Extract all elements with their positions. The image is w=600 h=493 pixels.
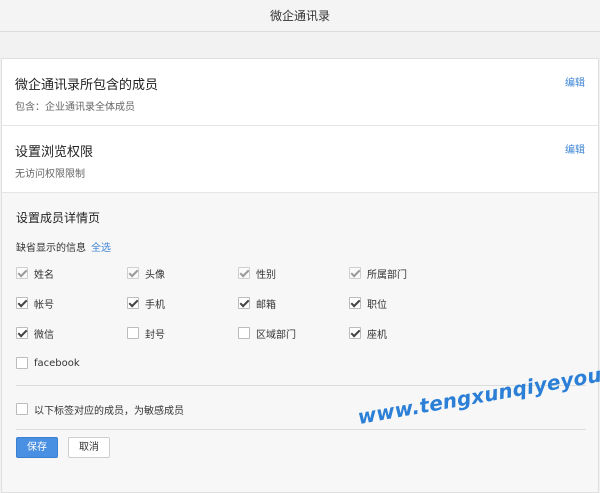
field-option[interactable]: facebook: [16, 356, 80, 370]
field-option: 姓名: [16, 266, 54, 281]
detail-section-title: 设置成员详情页: [16, 211, 101, 225]
field-label: 性别: [256, 269, 276, 281]
field-checkbox[interactable]: [238, 297, 250, 309]
field-checkbox[interactable]: [349, 297, 361, 309]
sensitive-members-option[interactable]: 以下标签对应的成员，为敏感成员: [16, 402, 184, 417]
field-option[interactable]: 座机: [349, 326, 387, 341]
field-option: 头像: [127, 266, 165, 281]
members-section: 微企通讯录所包含的成员 包含：企业通讯录全体成员 编辑: [2, 59, 598, 126]
field-checkbox[interactable]: [127, 297, 139, 309]
members-edit-link[interactable]: 编辑: [565, 74, 585, 89]
field-option: 所属部门: [349, 266, 407, 281]
field-label: facebook: [34, 357, 80, 369]
field-option[interactable]: 区域部门: [238, 326, 296, 341]
field-label: 姓名: [34, 269, 54, 281]
field-label: 微信: [34, 329, 54, 341]
field-label: 座机: [367, 329, 387, 341]
sensitive-members-checkbox[interactable]: [16, 403, 28, 415]
page-title: 微企通讯录: [0, 0, 600, 32]
permission-section: 设置浏览权限 无访问权限限制 编辑: [2, 126, 598, 192]
select-all-link[interactable]: 全选: [91, 239, 111, 254]
field-label: 邮箱: [256, 299, 276, 311]
field-checkbox[interactable]: [349, 327, 361, 339]
field-label: 帐号: [34, 299, 54, 311]
permission-section-description: 无访问权限限制: [15, 169, 85, 180]
sensitive-members-label: 以下标签对应的成员，为敏感成员: [34, 405, 184, 417]
field-checkbox[interactable]: [16, 297, 28, 309]
field-option[interactable]: 微信: [16, 326, 54, 341]
cancel-button[interactable]: 取消: [68, 437, 110, 458]
field-label: 头像: [145, 269, 165, 281]
permission-edit-link[interactable]: 编辑: [565, 141, 585, 156]
field-option[interactable]: 邮箱: [238, 296, 276, 311]
members-section-description: 包含：企业通讯录全体成员: [15, 102, 135, 113]
field-label: 区域部门: [256, 329, 296, 341]
field-label: 所属部门: [367, 269, 407, 281]
field-checkbox: [16, 267, 28, 279]
field-label: 手机: [145, 299, 165, 311]
detail-section: 设置成员详情页 缺省显示的信息 全选 姓名 头像 性别 所属部门帐号 手机 邮箱 职位微信 封…: [2, 192, 598, 492]
field-label: 封号: [145, 329, 165, 341]
permission-section-title: 设置浏览权限: [15, 145, 94, 160]
field-checkbox[interactable]: [16, 327, 28, 339]
field-option[interactable]: 职位: [349, 296, 387, 311]
default-info-label: 缺省显示的信息: [16, 243, 86, 254]
field-checkbox: [127, 267, 139, 279]
field-checkbox: [349, 267, 361, 279]
divider: [16, 429, 586, 430]
save-button[interactable]: 保存: [16, 437, 58, 458]
field-option[interactable]: 帐号: [16, 296, 54, 311]
field-checkbox[interactable]: [127, 327, 139, 339]
field-label: 职位: [367, 299, 387, 311]
field-checkbox[interactable]: [16, 357, 28, 369]
members-section-title: 微企通讯录所包含的成员: [15, 78, 159, 93]
field-option: 性别: [238, 266, 276, 281]
field-option[interactable]: 手机: [127, 296, 165, 311]
field-checkbox[interactable]: [238, 327, 250, 339]
field-checkbox: [238, 267, 250, 279]
field-option[interactable]: 封号: [127, 326, 165, 341]
settings-card: 微企通讯录所包含的成员 包含：企业通讯录全体成员 编辑 设置浏览权限 无访问权限…: [1, 58, 599, 493]
